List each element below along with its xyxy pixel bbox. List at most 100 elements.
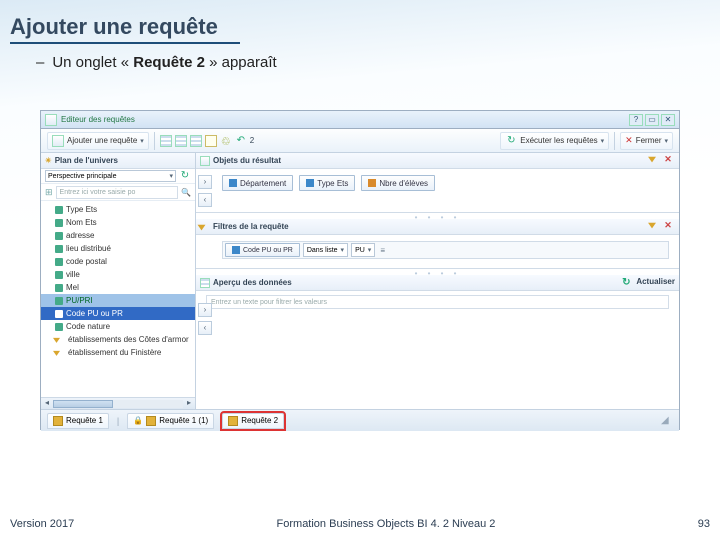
refresh-icon[interactable] bbox=[620, 277, 632, 289]
footer-version: Version 2017 bbox=[10, 518, 74, 530]
add-query-label: Ajouter une requête bbox=[67, 136, 137, 145]
universe-search-input[interactable]: Entrez ici votre saisie po bbox=[56, 186, 178, 199]
bullet-text: Un onglet « Requête 2 » apparaît bbox=[52, 54, 276, 71]
tab-separator: | bbox=[117, 416, 119, 426]
result-objects-area[interactable]: Département Type Ets Nbre d'élèves bbox=[196, 169, 679, 212]
bullet-suffix: » apparaît bbox=[205, 54, 277, 71]
result-objects-icon bbox=[200, 156, 210, 166]
transfer-buttons-filter: › ‹ bbox=[198, 303, 212, 335]
tree-item: établissement du Finistère bbox=[41, 346, 195, 359]
universe-panel-title: Plan de l'univers bbox=[55, 156, 118, 165]
bullet-dash: – bbox=[36, 54, 44, 71]
toolbar-icon-2[interactable] bbox=[175, 135, 187, 147]
universe-tree[interactable]: Type Ets Nom Ets adresse lieu distribué … bbox=[41, 201, 195, 397]
filter-options-icon[interactable]: ≡ bbox=[380, 246, 385, 255]
bullet-prefix: Un onglet « bbox=[52, 54, 133, 71]
bullet-line: – Un onglet « Requête 2 » apparaît bbox=[0, 44, 720, 71]
add-to-result-button[interactable]: › bbox=[198, 175, 212, 189]
toolbar-icon-4[interactable] bbox=[205, 135, 217, 147]
toolbar: Ajouter une requête ▾ ♲ ↶ 2 Exécuter les… bbox=[41, 129, 679, 153]
query-filters-header: Filtres de la requête ✕ bbox=[196, 219, 679, 235]
tree-item: Nom Ets bbox=[41, 216, 195, 229]
add-query-button[interactable]: Ajouter une requête ▾ bbox=[47, 132, 149, 150]
tree-hscrollbar[interactable]: ◂▸ bbox=[41, 397, 195, 409]
tree-item: Type Ets bbox=[41, 203, 195, 216]
preview-header: Aperçu des données Actualiser bbox=[196, 275, 679, 291]
close-button[interactable]: ✕ Fermer ▾ bbox=[620, 132, 673, 150]
lock-icon: 🔒 bbox=[133, 416, 143, 426]
result-clear-icon[interactable]: ✕ bbox=[661, 154, 675, 168]
help-icon[interactable]: ? bbox=[629, 114, 643, 126]
tree-item: adresse bbox=[41, 229, 195, 242]
run-queries-button[interactable]: Exécuter les requêtes ▾ bbox=[500, 132, 609, 150]
add-to-filter-button[interactable]: › bbox=[198, 303, 212, 317]
result-chip: Département bbox=[222, 175, 293, 191]
run-queries-label: Exécuter les requêtes bbox=[520, 136, 597, 145]
slide-title: Ajouter une requête bbox=[0, 0, 720, 42]
tree-item: établissements des Côtes d'armor bbox=[41, 333, 195, 346]
close-x-icon: ✕ bbox=[625, 135, 633, 146]
query-filters-title: Filtres de la requête bbox=[213, 222, 289, 231]
undo-icon[interactable]: ↶ bbox=[235, 135, 247, 147]
tree-item: PU/PRI bbox=[41, 294, 195, 307]
remove-from-result-button[interactable]: ‹ bbox=[198, 193, 212, 207]
perspective-select[interactable]: Perspective principale bbox=[45, 170, 176, 182]
perspective-value: Perspective principale bbox=[48, 173, 116, 180]
add-query-icon bbox=[52, 135, 64, 147]
result-objects-title: Objets du résultat bbox=[213, 156, 281, 165]
preview-body: Entrez un texte pour filtrer les valeurs bbox=[196, 291, 679, 409]
window-app-icon bbox=[45, 114, 57, 126]
filter-row[interactable]: Code PU ou PR Dans liste PU ≡ bbox=[222, 241, 669, 259]
preview-title: Aperçu des données bbox=[213, 278, 292, 287]
footer-page: 93 bbox=[698, 518, 710, 530]
tree-item: lieu distribué bbox=[41, 242, 195, 255]
toolbar-divider-2 bbox=[614, 132, 615, 150]
query-tab-icon bbox=[228, 416, 238, 426]
filters-clear-icon[interactable]: ✕ bbox=[661, 220, 675, 234]
maximize-icon[interactable]: ▭ bbox=[645, 114, 659, 126]
footer-center: Formation Business Objects BI 4. 2 Nivea… bbox=[74, 518, 698, 530]
tree-item: ville bbox=[41, 268, 195, 281]
filter-value-select[interactable]: PU bbox=[351, 243, 375, 257]
close-label: Fermer bbox=[636, 136, 662, 145]
search-icon[interactable]: 🔍 bbox=[181, 188, 191, 197]
query-filters-area[interactable]: Code PU ou PR Dans liste PU ≡ bbox=[196, 235, 679, 268]
run-icon bbox=[505, 135, 517, 147]
refresh-label[interactable]: Actualiser bbox=[636, 277, 675, 289]
expand-icon[interactable]: ⊞ bbox=[45, 187, 53, 198]
result-chip-measure: Nbre d'élèves bbox=[361, 175, 435, 191]
resize-grip-icon[interactable]: ◢ bbox=[661, 415, 673, 427]
tab-requete-1-1[interactable]: 🔒 Requête 1 (1) bbox=[127, 413, 214, 429]
tree-item: Code nature bbox=[41, 320, 195, 333]
tree-item-selected: Code PU ou PR bbox=[41, 307, 195, 320]
window-title-text: Editeur des requêtes bbox=[61, 115, 629, 124]
filter-operator-select[interactable]: Dans liste bbox=[303, 243, 348, 257]
preview-filter-input[interactable]: Entrez un texte pour filtrer les valeurs bbox=[206, 295, 669, 309]
toolbar-icon-1[interactable] bbox=[160, 135, 172, 147]
tree-item: code postal bbox=[41, 255, 195, 268]
tab-label: Requête 2 bbox=[241, 416, 278, 425]
perspective-refresh-icon[interactable] bbox=[179, 170, 191, 182]
query-tab-icon bbox=[53, 416, 63, 426]
undo-count: 2 bbox=[250, 136, 254, 145]
tab-requete-1[interactable]: Requête 1 bbox=[47, 413, 109, 429]
tree-item: Mel bbox=[41, 281, 195, 294]
slide-footer: Version 2017 Formation Business Objects … bbox=[10, 518, 710, 530]
universe-panel-header: ✴ Plan de l'univers bbox=[41, 153, 195, 169]
toolbar-icon-3[interactable] bbox=[190, 135, 202, 147]
tab-label: Requête 1 (1) bbox=[159, 416, 208, 425]
window-titlebar: Editeur des requêtes ? ▭ ✕ bbox=[41, 111, 679, 129]
filter-chip: Code PU ou PR bbox=[225, 243, 300, 257]
tab-label: Requête 1 bbox=[66, 416, 103, 425]
query-build-panel: › ‹ › ‹ Objets du résultat ✕ Départ bbox=[196, 153, 679, 409]
filter-icon bbox=[55, 335, 65, 345]
close-icon[interactable]: ✕ bbox=[661, 114, 675, 126]
tab-requete-2[interactable]: Requête 2 bbox=[222, 413, 284, 429]
toolbar-icon-5[interactable]: ♲ bbox=[220, 135, 232, 147]
remove-from-filter-button[interactable]: ‹ bbox=[198, 321, 212, 335]
filters-toolbar-icon[interactable] bbox=[647, 220, 657, 230]
filter-icon bbox=[55, 348, 65, 358]
result-filter-icon[interactable] bbox=[647, 154, 657, 164]
preview-icon bbox=[200, 278, 210, 288]
transfer-buttons-result: › ‹ bbox=[198, 175, 212, 207]
